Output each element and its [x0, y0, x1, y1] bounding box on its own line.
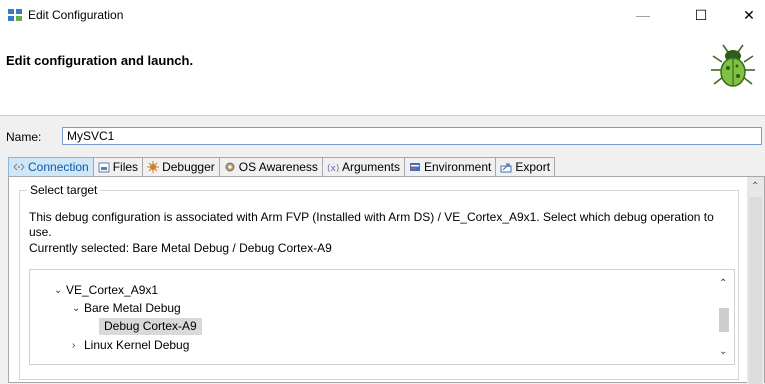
tab-os-awareness[interactable]: OS Awareness — [218, 157, 323, 176]
tab-export[interactable]: Export — [495, 157, 556, 176]
tab-label: Export — [515, 160, 551, 174]
title-bar: Edit Configuration — ☐ ✕ — [0, 0, 765, 30]
os-awareness-icon — [225, 162, 235, 172]
tab-environment[interactable]: Environment — [403, 157, 497, 176]
svg-text:(x)=: (x)= — [327, 164, 339, 173]
chevron-up-icon[interactable]: ⌃ — [751, 181, 759, 192]
scrollbar-thumb[interactable] — [749, 197, 762, 384]
export-icon — [500, 163, 512, 173]
maximize-button[interactable]: ☐ — [678, 0, 724, 30]
connection-icon — [13, 163, 25, 171]
tree-item-label: Debug Cortex-A9 — [99, 318, 202, 335]
chevron-right-icon[interactable]: › — [72, 337, 84, 354]
debugger-icon — [147, 161, 160, 173]
connection-panel: Select target This debug configuration i… — [8, 176, 765, 384]
current-selection: Currently selected: Bare Metal Debug / D… — [29, 241, 332, 255]
debug-operation-tree[interactable]: ⌄ VE_Cortex_A9x1 ⌄ Bare Metal Debug Debu… — [29, 269, 735, 365]
tab-bar: Connection Files Debugger OS Awareness (… — [8, 157, 556, 176]
tree-item-ve-cortex-a9x1[interactable]: ⌄ VE_Cortex_A9x1 — [54, 282, 158, 299]
tree-scrollbar[interactable]: ⌃ ⌄ — [716, 278, 732, 362]
environment-icon — [409, 163, 420, 171]
tab-connection[interactable]: Connection — [8, 157, 94, 176]
tab-label: Environment — [423, 160, 492, 174]
tab-label: Files — [112, 160, 139, 174]
chevron-down-icon[interactable]: ⌄ — [72, 300, 84, 317]
panel-scrollbar[interactable]: ⌃ — [747, 177, 764, 384]
tree-item-linux-kernel-debug[interactable]: › Linux Kernel Debug — [72, 337, 189, 354]
name-input[interactable] — [62, 127, 762, 145]
bug-icon — [711, 44, 755, 87]
chevron-down-icon[interactable]: ⌄ — [54, 282, 66, 299]
group-label: Select target — [27, 183, 101, 197]
tab-arguments[interactable]: (x)= Arguments — [321, 157, 405, 176]
tab-label: OS Awareness — [238, 160, 318, 174]
target-description: This debug configuration is associated w… — [29, 210, 714, 239]
tree-item-label: VE_Cortex_A9x1 — [66, 283, 159, 297]
configuration-icon — [8, 9, 22, 21]
tab-debugger[interactable]: Debugger — [142, 157, 220, 176]
files-icon — [98, 162, 110, 173]
dialog-header: Edit configuration and launch. — [0, 30, 765, 116]
window-title: Edit Configuration — [28, 8, 124, 22]
tab-files[interactable]: Files — [92, 157, 144, 176]
tab-label: Debugger — [162, 160, 215, 174]
tab-label: Arguments — [341, 160, 400, 174]
tree-item-label: Bare Metal Debug — [84, 301, 181, 315]
chevron-down-icon[interactable]: ⌄ — [719, 346, 727, 357]
arguments-icon: (x)= — [327, 164, 339, 173]
name-label: Name: — [6, 130, 42, 144]
tree-item-bare-metal-debug[interactable]: ⌄ Bare Metal Debug — [72, 300, 181, 317]
tree-item-debug-cortex-a9[interactable]: Debug Cortex-A9 — [99, 318, 202, 335]
page-title: Edit configuration and launch. — [6, 53, 194, 68]
minimize-button[interactable]: — — [620, 0, 666, 30]
close-button[interactable]: ✕ — [726, 0, 765, 30]
tree-item-label: Linux Kernel Debug — [84, 338, 190, 352]
chevron-up-icon[interactable]: ⌃ — [719, 278, 727, 289]
tab-label: Connection — [28, 160, 89, 174]
scrollbar-thumb[interactable] — [719, 308, 729, 332]
